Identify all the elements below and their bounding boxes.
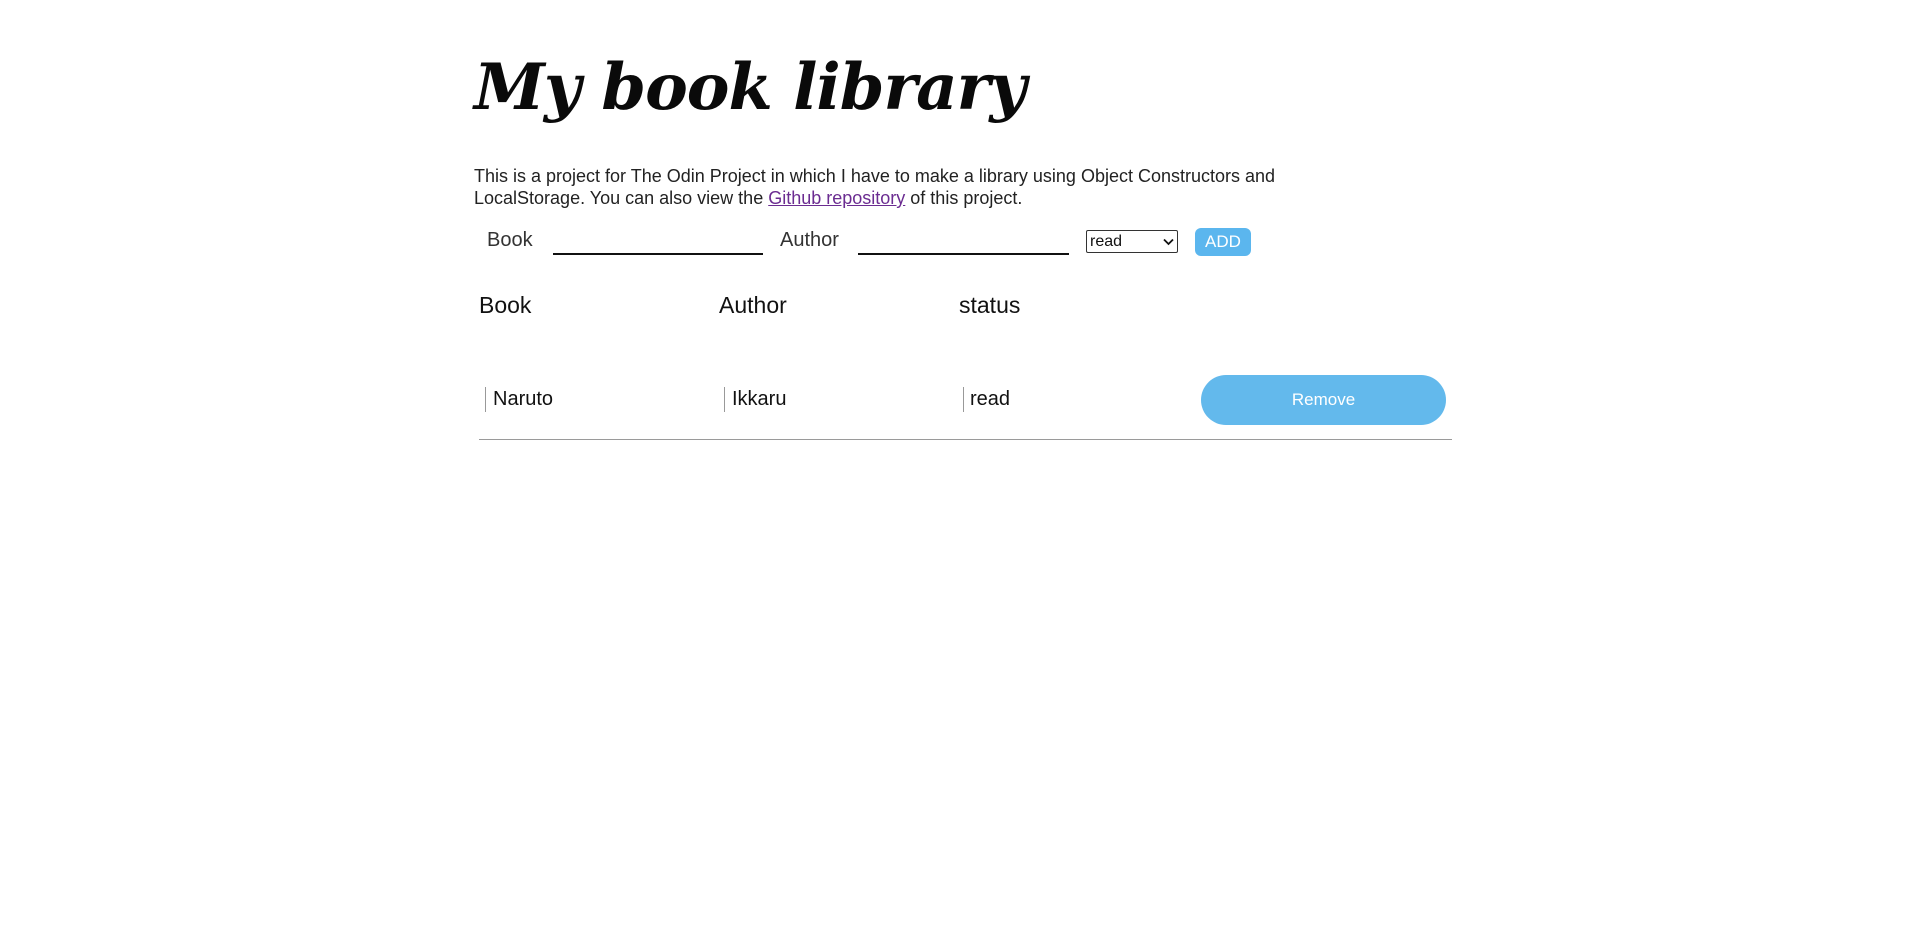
table-row: Naruto Ikkaru read Remove bbox=[479, 373, 1452, 440]
status-select[interactable]: read bbox=[1086, 230, 1178, 253]
description-text-end: of this project. bbox=[905, 188, 1023, 208]
add-button[interactable]: ADD bbox=[1195, 228, 1251, 256]
column-header-book: Book bbox=[479, 292, 532, 318]
author-label: Author bbox=[780, 229, 839, 251]
status-select-value: read bbox=[1090, 232, 1123, 250]
chevron-down-icon bbox=[1163, 235, 1174, 249]
cell-status: read bbox=[963, 387, 1010, 412]
column-header-status: status bbox=[959, 292, 1021, 318]
project-description: This is a project for The Odin Project i… bbox=[474, 165, 1374, 209]
page-title: My book library bbox=[474, 50, 1027, 125]
add-book-form: Book Author read ADD bbox=[474, 225, 1374, 259]
author-input[interactable] bbox=[858, 225, 1069, 255]
remove-button[interactable]: Remove bbox=[1201, 375, 1446, 425]
book-label: Book bbox=[487, 229, 533, 251]
github-repository-link[interactable]: Github repository bbox=[768, 188, 905, 208]
table-header: Book Author status bbox=[479, 292, 1449, 322]
book-title-input[interactable] bbox=[553, 225, 763, 255]
cell-author: Ikkaru bbox=[724, 387, 786, 412]
column-header-author: Author bbox=[719, 292, 787, 318]
cell-book: Naruto bbox=[485, 387, 553, 412]
